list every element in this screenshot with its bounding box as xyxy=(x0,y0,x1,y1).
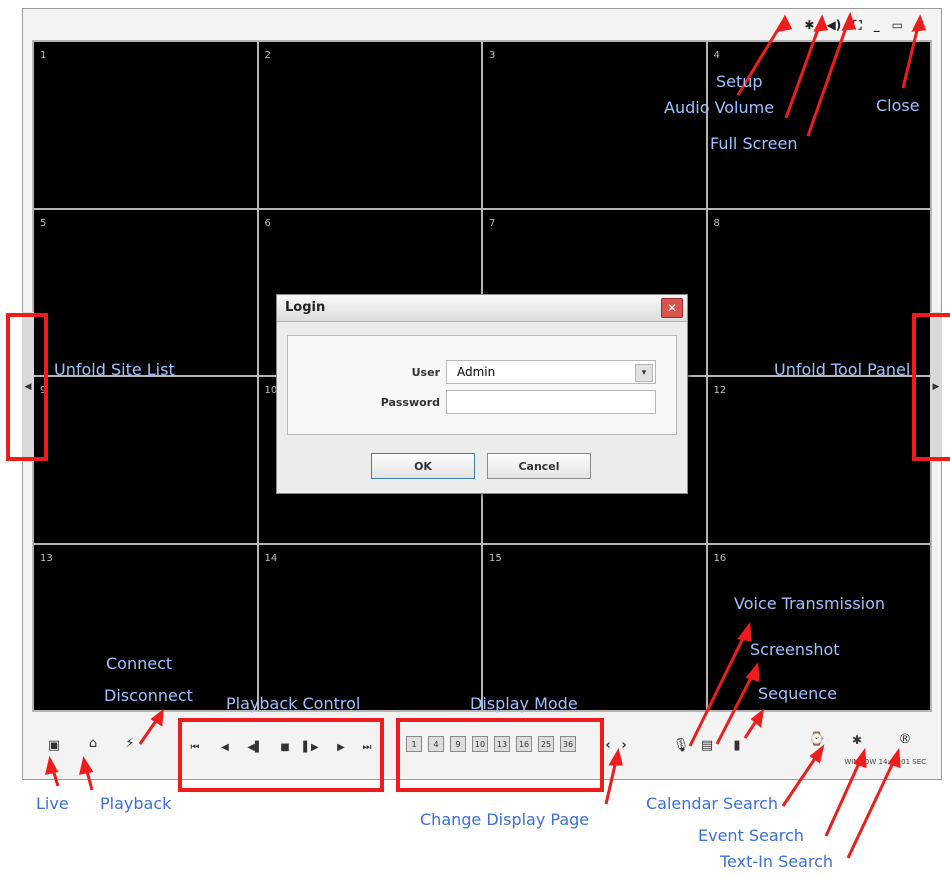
cell-number: 15 xyxy=(489,552,502,564)
microphone-icon[interactable]: 🎙 xyxy=(672,736,690,756)
annotation-setup: Setup xyxy=(716,72,763,91)
camera-cell[interactable]: 1 xyxy=(34,42,257,208)
camera-icon[interactable]: ▤ xyxy=(698,736,716,756)
maximize-icon[interactable]: ▭ xyxy=(892,19,903,31)
highlight-site-list xyxy=(6,313,48,461)
text-search-icon[interactable]: ® xyxy=(896,730,914,750)
annotation-connect: Connect xyxy=(106,654,173,673)
user-value: Admin xyxy=(457,365,496,379)
annotation-calendar-search: Calendar Search xyxy=(646,794,778,813)
annotation-full-screen: Full Screen xyxy=(710,134,798,153)
minimize-icon[interactable]: _ xyxy=(874,19,880,31)
live-icon[interactable]: ▣ xyxy=(42,736,66,756)
camera-cell[interactable]: 2 xyxy=(258,42,481,208)
camera-cell[interactable]: 5 xyxy=(34,209,257,375)
cell-number: 14 xyxy=(264,552,278,564)
camera-cell[interactable]: 8 xyxy=(707,209,930,375)
password-row: Password xyxy=(288,390,676,416)
close-icon[interactable]: ✕ xyxy=(915,19,925,31)
camera-cell[interactable]: 14 xyxy=(258,544,481,710)
window-controls: ✱ ◀) ⛶ _ ▭ ✕ xyxy=(804,19,925,31)
annotation-screenshot: Screenshot xyxy=(750,640,840,659)
annotation-playback-control: Playback Control xyxy=(226,694,361,713)
cell-number: 12 xyxy=(713,385,727,396)
highlight-playback-control xyxy=(178,718,384,792)
user-select[interactable]: Admin ▾ xyxy=(446,360,656,384)
user-label: User xyxy=(411,366,440,379)
cell-number: 16 xyxy=(713,552,727,564)
ok-button[interactable]: OK xyxy=(371,453,475,479)
camera-cell[interactable]: 15 xyxy=(483,544,706,710)
annotation-close: Close xyxy=(876,96,920,115)
annotation-audio-volume: Audio Volume xyxy=(664,98,775,117)
password-label: Password xyxy=(380,396,440,409)
cell-number: 7 xyxy=(489,217,496,229)
next-page-icon[interactable]: › xyxy=(618,736,630,756)
user-row: User Admin ▾ xyxy=(288,360,676,386)
camera-cell[interactable]: 3 xyxy=(483,42,706,208)
cell-number: 1 xyxy=(40,50,47,61)
highlight-tool-panel xyxy=(912,313,950,461)
cell-number: 2 xyxy=(264,50,271,61)
plug-icon[interactable]: ⚡ xyxy=(118,734,142,754)
event-search-icon[interactable]: ✱ xyxy=(846,730,868,750)
chevron-down-icon[interactable]: ▾ xyxy=(635,364,653,382)
annotation-event-search: Event Search xyxy=(698,826,804,845)
calendar-search-icon[interactable]: ⌚ xyxy=(808,730,826,750)
annotation-text-in-search: Text-In Search xyxy=(720,852,834,871)
annotation-sequence: Sequence xyxy=(758,684,837,703)
cancel-button[interactable]: Cancel xyxy=(487,453,591,479)
annotation-disconnect: Disconnect xyxy=(104,686,193,705)
camera-cell[interactable]: 9 xyxy=(34,377,257,543)
cell-number: 13 xyxy=(40,552,53,564)
annotation-voice-transmission: Voice Transmission xyxy=(734,594,886,613)
annotation-unfold-tool-panel: Unfold Tool Panel xyxy=(774,360,911,379)
cell-number: 8 xyxy=(713,217,720,229)
annotation-change-display-page: Change Display Page xyxy=(420,810,590,829)
fullscreen-icon[interactable]: ⛶ xyxy=(853,19,861,31)
gear-icon[interactable]: ✱ xyxy=(804,19,814,31)
playback-icon[interactable]: ⌂ xyxy=(80,734,106,754)
annotation-playback: Playback xyxy=(100,794,172,813)
annotation-live: Live xyxy=(36,794,69,813)
camera-cell[interactable]: 12 xyxy=(707,377,930,543)
annotation-unfold-site-list: Unfold Site List xyxy=(54,360,175,379)
status-text: WINDOW 14:49:01 SEC xyxy=(844,758,926,766)
speaker-icon[interactable]: ◀) xyxy=(826,19,841,31)
cell-number: 4 xyxy=(713,50,720,61)
login-dialog: Login ✕ User Admin ▾ Password OK Cancel xyxy=(276,294,688,494)
dialog-close-button[interactable]: ✕ xyxy=(661,298,683,318)
highlight-display-mode xyxy=(396,718,604,792)
sequence-icon[interactable]: ▮ xyxy=(728,736,746,756)
password-field[interactable] xyxy=(446,390,656,414)
dialog-title: Login xyxy=(285,300,326,315)
login-form: User Admin ▾ Password xyxy=(287,335,677,435)
cell-number: 6 xyxy=(264,217,271,229)
annotation-display-mode: Display Mode xyxy=(470,694,578,713)
camera-cell[interactable]: 4 xyxy=(707,42,930,208)
cell-number: 5 xyxy=(40,217,47,229)
dialog-titlebar: Login ✕ xyxy=(277,295,687,322)
cell-number: 3 xyxy=(489,50,496,61)
